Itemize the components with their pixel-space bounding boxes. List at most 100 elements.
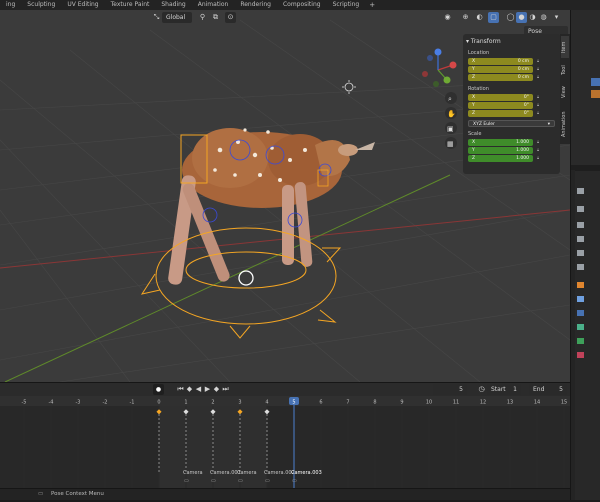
timeline-marker-label[interactable]: Camera.003	[291, 470, 322, 476]
navigation-gizmo[interactable]	[416, 46, 460, 90]
overlay-icon[interactable]: ◐	[474, 12, 485, 23]
chevron-down-icon: ▾	[547, 122, 550, 127]
camera-marker-icon[interactable]: ▭	[184, 478, 189, 484]
scale-x-field[interactable]: X 1.000	[468, 139, 533, 146]
rotation-x-field[interactable]: X 0°	[468, 94, 533, 101]
zoom-icon[interactable]: ⌕	[448, 95, 452, 103]
lock-icon[interactable]: 🔒︎	[537, 155, 539, 160]
shading-rendered-icon[interactable]: ◍	[538, 12, 549, 23]
outliner-selected-row[interactable]	[591, 78, 600, 86]
shading-material-icon[interactable]: ◑	[527, 12, 538, 23]
scale-label: Scale	[468, 131, 482, 137]
camera-marker-icon[interactable]: ▭	[211, 478, 216, 484]
object-props-icon[interactable]	[577, 282, 584, 288]
location-label: Location	[468, 50, 490, 56]
properties-strip	[571, 10, 600, 500]
ortho-grid-icon[interactable]: ▦	[447, 140, 454, 148]
tab-tool[interactable]: Tool	[561, 60, 569, 80]
location-z-field[interactable]: Z0 cm	[468, 74, 533, 81]
camera-marker-icon[interactable]: ▭	[292, 478, 297, 484]
physics-props-icon[interactable]	[577, 310, 584, 316]
timeline-tick-label: 7	[346, 400, 349, 406]
workspace-tab[interactable]: Animation	[192, 0, 235, 10]
record-icon[interactable]: ●	[153, 384, 164, 395]
output-props-icon[interactable]	[577, 222, 584, 228]
workspace-tab[interactable]: Texture Paint	[105, 0, 156, 10]
timeline[interactable]: -5-4-3-2-1012345678910111213141516 ▭Came…	[0, 396, 570, 488]
tab-item[interactable]: Item	[561, 36, 569, 58]
scale-y-field[interactable]: Y 1.000	[468, 147, 533, 154]
rotation-z-field[interactable]: Z 0°	[468, 110, 533, 117]
location-y-field[interactable]: Y0 cm	[468, 66, 533, 73]
gizmo-icon[interactable]: ⊕	[460, 12, 471, 23]
shading-solid-icon[interactable]: ●	[516, 12, 527, 23]
jump-end-icon[interactable]: ⏭	[220, 384, 231, 395]
orientation-label: Global	[166, 14, 186, 21]
armature-data-icon[interactable]	[577, 338, 584, 344]
camera-marker-icon[interactable]: ▭	[265, 478, 270, 484]
current-frame-field[interactable]: 5	[433, 384, 467, 395]
tab-animation[interactable]: Animation	[561, 104, 569, 144]
xray-icon[interactable]: ▢	[488, 12, 499, 23]
timeline-tick-label: 9	[400, 400, 403, 406]
rotation-y-field[interactable]: Y 0°	[468, 102, 533, 109]
add-workspace-button[interactable]: +	[365, 1, 379, 9]
timeline-marker-label[interactable]: Camera	[183, 470, 203, 476]
workspace-tab[interactable]: ing	[0, 0, 21, 10]
workspace-tab[interactable]: Sculpting	[21, 0, 61, 10]
timeline-tick-label: 3	[238, 400, 241, 406]
location-x-field[interactable]: X0 cm	[468, 58, 533, 65]
3d-cursor-pivot[interactable]	[238, 270, 254, 286]
transform-panel-title[interactable]: ▾ Transform	[466, 38, 501, 45]
lock-icon[interactable]: 🔒︎	[537, 58, 539, 63]
3d-viewport[interactable]: ⌕ ✋ ▣ ▦ ⤡ Global ⚲ ⧉ ⊙ ◉ ⊕ ◐ ▢ ◯ ● ◑ ◍ ▾…	[0, 10, 570, 382]
rotation-mode-dropdown[interactable]: XYZ Euler ▾	[468, 120, 555, 127]
camera-view-icon[interactable]: ▣	[447, 125, 454, 133]
workspace-tab[interactable]: Rendering	[234, 0, 277, 10]
camera-marker-icon[interactable]: ▭	[238, 478, 243, 484]
timeline-tick-label: 6	[319, 400, 322, 406]
timeline-tick-label: 5	[292, 400, 295, 406]
pivot-icon[interactable]: ⚲	[197, 12, 208, 23]
lock-icon[interactable]: 🔒︎	[537, 102, 539, 107]
lock-icon[interactable]: 🔒︎	[537, 66, 539, 71]
shading-dropdown-icon[interactable]: ▾	[551, 12, 562, 23]
orientation-dropdown[interactable]: Global	[162, 12, 192, 23]
timeline-tick-label: -4	[49, 400, 54, 406]
start-frame-field[interactable]: Start 1	[487, 384, 521, 395]
workspace-tab[interactable]: UV Editing	[61, 0, 104, 10]
workspace-tab[interactable]: Compositing	[277, 0, 327, 10]
modifier-props-icon[interactable]	[577, 296, 584, 302]
workspace-tab[interactable]: Shading	[155, 0, 191, 10]
clock-icon[interactable]: ◷	[476, 384, 487, 395]
workspace-tab[interactable]: Scripting	[327, 0, 366, 10]
view-layer-props-icon[interactable]	[577, 236, 584, 242]
lock-icon[interactable]: 🔒︎	[537, 74, 539, 79]
visibility-icon[interactable]: ◉	[442, 12, 453, 23]
end-frame-field[interactable]: End 5	[529, 384, 567, 395]
tab-view[interactable]: View	[561, 82, 569, 102]
scene-props-icon[interactable]	[577, 250, 584, 256]
transform-orientation-icon[interactable]: ⤡	[151, 12, 162, 23]
tool-props-icon[interactable]	[577, 188, 584, 194]
timeline-canvas[interactable]: -5-4-3-2-1012345678910111213141516 ▭Came…	[0, 396, 570, 488]
scale-z-field[interactable]: Z 1.000	[468, 155, 533, 162]
proportional-edit-icon[interactable]: ⊙	[225, 12, 236, 23]
constraint-props-icon[interactable]	[577, 324, 584, 330]
lock-icon[interactable]: 🔒︎	[537, 110, 539, 115]
lock-icon[interactable]: 🔒︎	[537, 94, 539, 99]
deer-model[interactable]	[167, 128, 375, 285]
lock-icon[interactable]: 🔒︎	[537, 147, 539, 152]
snap-icon[interactable]: ⧉	[210, 12, 221, 23]
timeline-header: ● ⏮ ◆ ◀ ▶ ◆ ⏭ 5 ◷ Start 1 End 5	[0, 382, 570, 396]
lock-icon[interactable]: 🔒︎	[537, 139, 539, 144]
material-props-icon[interactable]	[577, 352, 584, 358]
pan-hand-icon[interactable]: ✋	[447, 109, 456, 118]
timeline-marker-label[interactable]: Camera	[237, 470, 257, 476]
timeline-tick-label: 12	[480, 400, 486, 406]
outliner-armature-row[interactable]	[591, 90, 600, 98]
shading-wire-icon[interactable]: ◯	[505, 12, 516, 23]
world-props-icon[interactable]	[577, 264, 584, 270]
render-props-icon[interactable]	[577, 206, 584, 212]
timeline-tick-label: -2	[103, 400, 108, 406]
